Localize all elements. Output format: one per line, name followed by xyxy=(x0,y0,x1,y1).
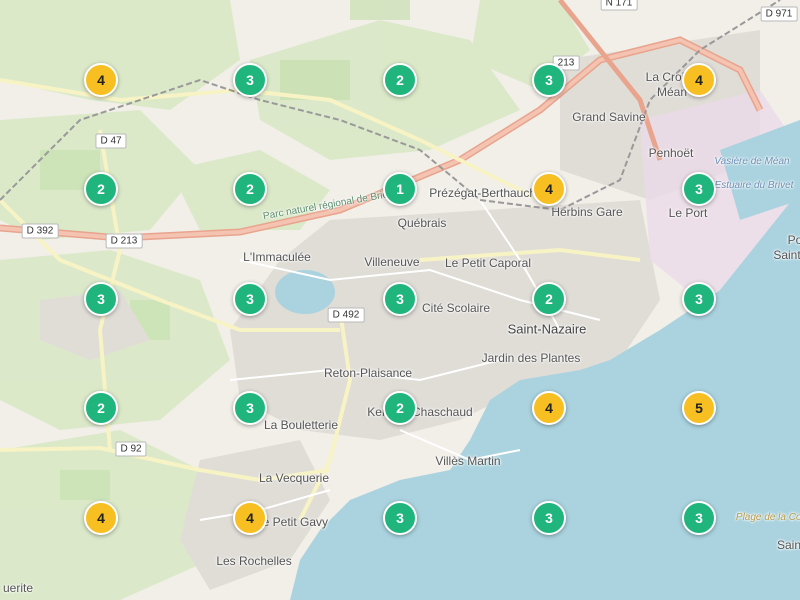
map-canvas[interactable]: La Croix- Méan Grand Savine Penhoët Préz… xyxy=(0,0,800,600)
cluster-marker[interactable]: 2 xyxy=(383,391,417,425)
place-label: Villès Martin xyxy=(435,454,501,468)
cluster-marker[interactable]: 3 xyxy=(383,282,417,316)
cluster-marker[interactable]: 3 xyxy=(682,501,716,535)
place-label: Jardin des Plantes xyxy=(481,351,581,365)
cluster-marker[interactable]: 3 xyxy=(682,282,716,316)
cluster-marker[interactable]: 4 xyxy=(682,63,716,97)
place-label: Penhoët xyxy=(648,146,694,160)
cluster-marker[interactable]: 5 xyxy=(682,391,716,425)
place-label: Québrais xyxy=(397,216,447,230)
cluster-marker[interactable]: 3 xyxy=(532,63,566,97)
place-label: Cité Scolaire xyxy=(421,301,491,315)
cluster-marker[interactable]: 3 xyxy=(233,63,267,97)
place-label: Prézégat-Berthauche xyxy=(429,186,543,200)
place-label: La Bouletterie xyxy=(263,418,339,432)
cluster-marker[interactable]: 2 xyxy=(532,282,566,316)
cluster-marker[interactable]: 3 xyxy=(682,172,716,206)
road-shield: D 971 xyxy=(760,6,798,22)
place-label: Les Rochelles xyxy=(216,554,292,568)
cluster-marker[interactable]: 1 xyxy=(383,172,417,206)
road-shield: D 392 xyxy=(21,223,59,239)
cluster-marker[interactable]: 2 xyxy=(233,172,267,206)
place-label: La Vecquerie xyxy=(258,471,330,485)
place-label: Sain xyxy=(776,538,800,552)
cluster-marker[interactable]: 3 xyxy=(383,501,417,535)
road-shield: N 171 xyxy=(600,0,638,11)
cluster-marker[interactable]: 3 xyxy=(233,391,267,425)
water-label: Estuaire du Brivet xyxy=(714,180,794,191)
place-label: Reton-Plaisance xyxy=(323,366,413,380)
road-shield: D 92 xyxy=(115,441,147,457)
beach-label: Plage de la Courance xyxy=(735,512,800,523)
cluster-marker[interactable]: 2 xyxy=(383,63,417,97)
place-label: Saint-Nazaire xyxy=(507,321,587,337)
cluster-marker[interactable]: 2 xyxy=(84,172,118,206)
cluster-marker[interactable]: 4 xyxy=(233,501,267,535)
cluster-marker[interactable]: 4 xyxy=(84,501,118,535)
cluster-marker[interactable]: 2 xyxy=(84,391,118,425)
place-label: Po xyxy=(787,233,800,247)
place-label: uerite xyxy=(2,581,34,595)
water-label: Vasière de Méan xyxy=(714,156,790,167)
place-label: Le Petit Caporal xyxy=(444,256,532,270)
road-shield: D 213 xyxy=(105,233,143,249)
place-label: Le Port xyxy=(668,206,708,220)
cluster-marker[interactable]: 3 xyxy=(532,501,566,535)
cluster-marker[interactable]: 4 xyxy=(84,63,118,97)
place-label: Villeneuve xyxy=(364,255,420,269)
road-shield: D 492 xyxy=(327,307,365,323)
place-label: Saint xyxy=(773,248,800,262)
cluster-marker[interactable]: 4 xyxy=(532,172,566,206)
road-shield: D 47 xyxy=(95,133,127,149)
place-label: Herbins Gare xyxy=(551,205,623,219)
cluster-marker[interactable]: 3 xyxy=(84,282,118,316)
cluster-marker[interactable]: 4 xyxy=(532,391,566,425)
place-label: Grand Savine xyxy=(572,110,646,124)
place-label: L'Immaculée xyxy=(243,250,311,264)
cluster-marker[interactable]: 3 xyxy=(233,282,267,316)
place-label: Méan xyxy=(656,85,688,99)
